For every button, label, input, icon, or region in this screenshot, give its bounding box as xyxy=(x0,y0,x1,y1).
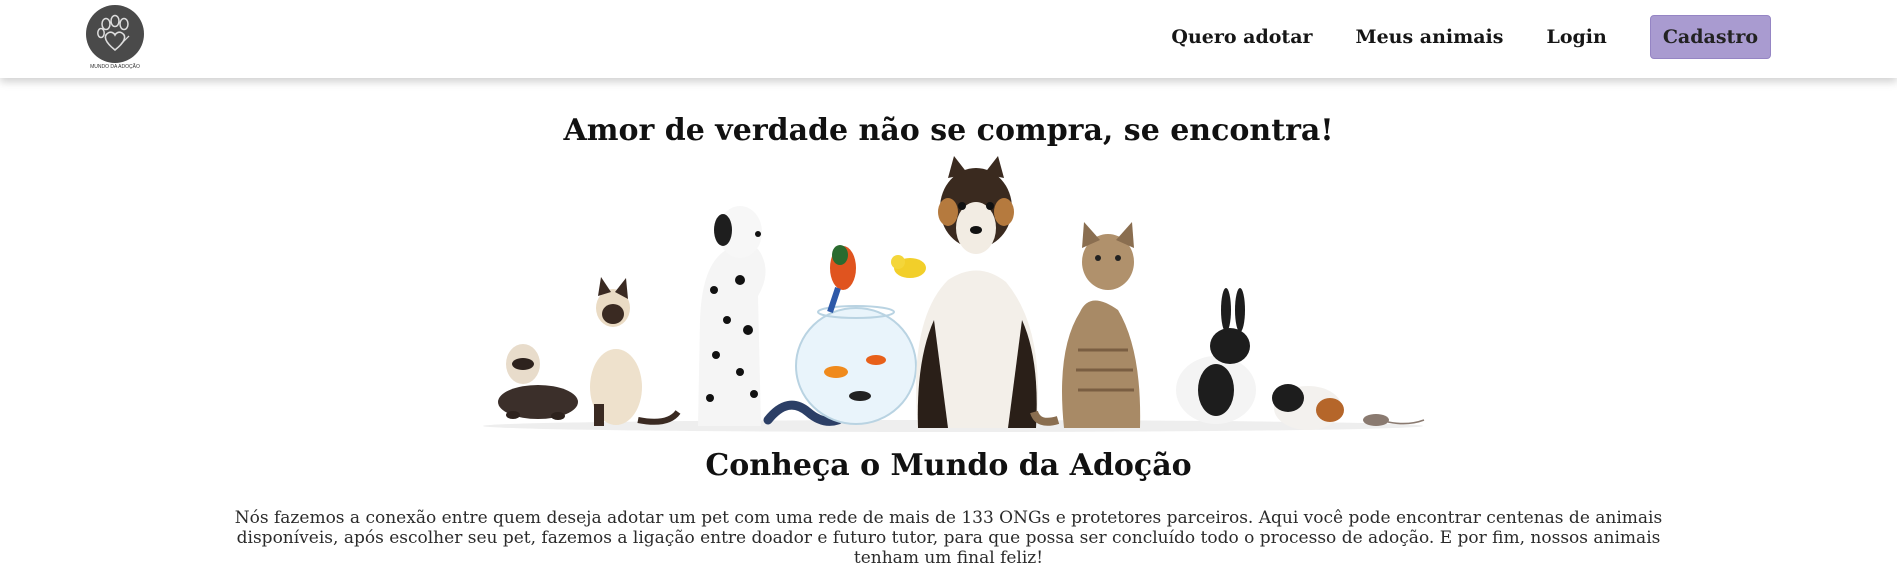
cadastro-button[interactable]: Cadastro xyxy=(1649,15,1771,59)
hero-title: Amor de verdade não se compra, se encont… xyxy=(563,113,1334,148)
nav-link-meus-animais[interactable]: Meus animais xyxy=(1356,26,1504,48)
nav-link-quero-adotar[interactable]: Quero adotar xyxy=(1171,26,1312,48)
main-nav: Quero adotar Meus animais Login Cadastro xyxy=(1128,15,1771,59)
nav-link-login[interactable]: Login xyxy=(1546,26,1606,48)
logo-text: MUNDO DA ADOÇÃO xyxy=(90,64,140,70)
tabby-cat-figure xyxy=(1030,222,1141,428)
site-logo[interactable]: MUNDO DA ADOÇÃO xyxy=(84,5,146,73)
siamese-cat-figure xyxy=(590,277,681,426)
navbar: MUNDO DA ADOÇÃO Quero adotar Meus animai… xyxy=(0,0,1897,78)
paw-heart-icon xyxy=(86,5,144,63)
parrots-figure xyxy=(827,245,926,313)
ferret-figure xyxy=(498,344,578,420)
rabbit-figure xyxy=(1176,288,1256,424)
fishbowl-figure xyxy=(795,305,917,425)
dalmatian-figure xyxy=(698,206,766,426)
about-title: Conheça o Mundo da Adoção xyxy=(705,448,1192,483)
collie-figure xyxy=(916,156,1038,428)
about-text: Nós fazemos a conexão entre quem deseja … xyxy=(234,508,1663,568)
pets-group-illustration xyxy=(478,150,1428,432)
